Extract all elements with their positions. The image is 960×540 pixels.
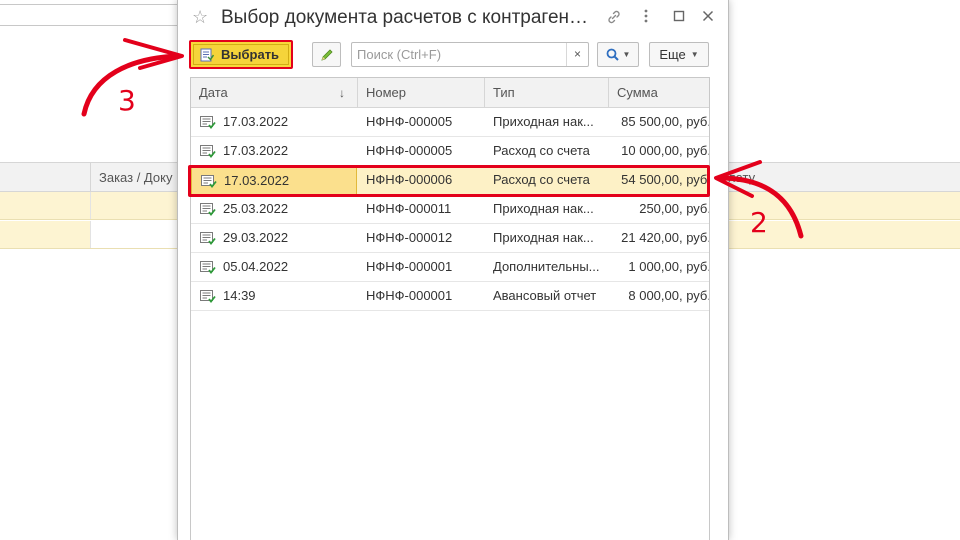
document-posted-icon <box>200 203 216 216</box>
link-icon[interactable] <box>606 9 622 29</box>
background-cell[interactable] <box>90 221 180 248</box>
column-order-header[interactable]: Заказ / Доку <box>99 170 172 185</box>
cell-date-text: 25.03.2022 <box>223 201 289 216</box>
cell-date-text: 14:39 <box>223 288 256 303</box>
cell-type[interactable]: Авансовый отчет <box>485 282 609 311</box>
background-cell[interactable] <box>90 192 180 219</box>
chevron-down-icon: ▼ <box>690 50 699 59</box>
cell-number[interactable]: НФНФ-000011 <box>358 195 485 224</box>
document-posted-icon <box>200 116 216 129</box>
cell-type[interactable]: Приходная нак... <box>485 108 609 137</box>
column-separator <box>90 163 91 191</box>
pencil-icon <box>320 48 333 61</box>
cell-sum[interactable]: 10 000,00, руб. <box>609 137 709 166</box>
table-header: Дата ↓ Номер Тип Сумма <box>191 78 709 108</box>
table-row[interactable]: 05.04.2022 НФНФ-000001 Дополнительны... 1 0… <box>191 253 709 282</box>
document-posted-icon <box>201 175 217 188</box>
maximize-icon[interactable] <box>673 9 685 26</box>
cell-date[interactable]: 25.03.2022 <box>191 195 357 224</box>
cell-date[interactable]: 05.04.2022 <box>191 253 357 282</box>
step-number-2: 2 <box>750 206 768 239</box>
cell-date-text: 17.03.2022 <box>224 173 290 188</box>
select-button[interactable]: Выбрать <box>189 40 293 69</box>
cell-number[interactable]: НФНФ-000005 <box>358 108 485 137</box>
column-header-date-label: Дата <box>199 85 228 100</box>
cell-number[interactable]: НФНФ-000005 <box>358 137 485 166</box>
cell-date-text: 17.03.2022 <box>223 114 289 129</box>
cell-sum[interactable]: 21 420,00, руб. <box>609 224 709 253</box>
select-button-face[interactable]: Выбрать <box>193 44 289 65</box>
select-document-dialog: ☆ Выбор документа расчетов с контраген… <box>177 0 729 540</box>
cell-date[interactable]: 14:39 <box>191 282 357 311</box>
search-button[interactable]: ▼ <box>597 42 639 67</box>
document-posted-icon <box>200 232 216 245</box>
cell-type[interactable]: Расход со счета <box>485 166 609 195</box>
table-row[interactable]: 17.03.2022 НФНФ-000006 Расход со счета 54 5… <box>191 166 709 195</box>
background-input[interactable] <box>0 4 186 26</box>
column-header-type[interactable]: Тип <box>485 78 609 108</box>
cell-number[interactable]: НФНФ-000006 <box>358 166 485 195</box>
document-posted-icon <box>200 261 216 274</box>
chevron-down-icon: ▼ <box>622 50 631 59</box>
cell-type[interactable]: Расход со счета <box>485 137 609 166</box>
close-icon[interactable] <box>702 9 714 26</box>
cell-date[interactable]: 17.03.2022 <box>191 137 357 166</box>
select-button-label: Выбрать <box>221 47 280 62</box>
document-posted-icon <box>200 145 216 158</box>
cell-sum[interactable]: 1 000,00, руб. <box>609 253 709 282</box>
search-field[interactable]: × <box>351 42 589 67</box>
cell-number[interactable]: НФНФ-000012 <box>358 224 485 253</box>
table-row[interactable]: 17.03.2022 НФНФ-000005 Приходная нак... 85 … <box>191 108 709 137</box>
step-number-3: 3 <box>118 84 136 117</box>
cell-date[interactable]: 17.03.2022 <box>191 166 357 195</box>
cell-type[interactable]: Приходная нак... <box>485 195 609 224</box>
column-header-number[interactable]: Номер <box>358 78 485 108</box>
documents-table: Дата ↓ Номер Тип Сумма 17.03.2022 НФНФ-00… <box>190 77 710 540</box>
column-header-date[interactable]: Дата ↓ <box>191 78 358 108</box>
edit-button[interactable] <box>312 42 341 67</box>
cell-date[interactable]: 17.03.2022 <box>191 108 357 137</box>
cell-type[interactable]: Дополнительны... <box>485 253 609 282</box>
table-row[interactable]: 14:39 НФНФ-000001 Авансовый отчет 8 000,00,… <box>191 282 709 311</box>
column-pay-header[interactable]: лату <box>728 170 755 185</box>
favorite-star-icon[interactable]: ☆ <box>192 7 208 28</box>
column-header-sum[interactable]: Сумма <box>609 78 709 108</box>
dialog-titlebar: ☆ Выбор документа расчетов с контраген… <box>178 0 728 36</box>
cell-sum[interactable]: 8 000,00, руб. <box>609 282 709 311</box>
search-icon <box>606 48 619 61</box>
cell-number[interactable]: НФНФ-000001 <box>358 253 485 282</box>
cell-sum[interactable]: 85 500,00, руб. <box>609 108 709 137</box>
screen: Заказ / Доку лату ☆ Выбор документа расч… <box>0 0 960 540</box>
search-input[interactable] <box>352 43 566 66</box>
dialog-title: Выбор документа расчетов с контраген… <box>221 7 589 28</box>
cell-date-text: 17.03.2022 <box>223 143 289 158</box>
clear-search-icon[interactable]: × <box>566 43 588 66</box>
dialog-toolbar: Выбрать × ▼ Еще <box>178 40 728 70</box>
sort-arrow-icon[interactable]: ↓ <box>339 78 345 108</box>
more-button[interactable]: Еще ▼ <box>649 42 709 67</box>
cell-date[interactable]: 29.03.2022 <box>191 224 357 253</box>
document-posted-icon <box>200 290 216 303</box>
cell-date-text: 29.03.2022 <box>223 230 289 245</box>
table-row[interactable]: 25.03.2022 НФНФ-000011 Приходная нак... 250… <box>191 195 709 224</box>
cell-type[interactable]: Приходная нак... <box>485 224 609 253</box>
more-vertical-icon[interactable] <box>644 9 648 27</box>
cell-sum[interactable]: 250,00, руб. <box>609 195 709 224</box>
select-document-icon <box>200 48 214 61</box>
more-button-label: Еще <box>659 47 686 62</box>
cell-number[interactable]: НФНФ-000001 <box>358 282 485 311</box>
arrow-to-select-button-head <box>123 38 184 70</box>
cell-sum[interactable]: 54 500,00, руб. <box>609 166 709 195</box>
table-row[interactable]: 29.03.2022 НФНФ-000012 Приходная нак... 21 … <box>191 224 709 253</box>
cell-date-text: 05.04.2022 <box>223 259 289 274</box>
table-row[interactable]: 17.03.2022 НФНФ-000005 Расход со счета 10 0… <box>191 137 709 166</box>
